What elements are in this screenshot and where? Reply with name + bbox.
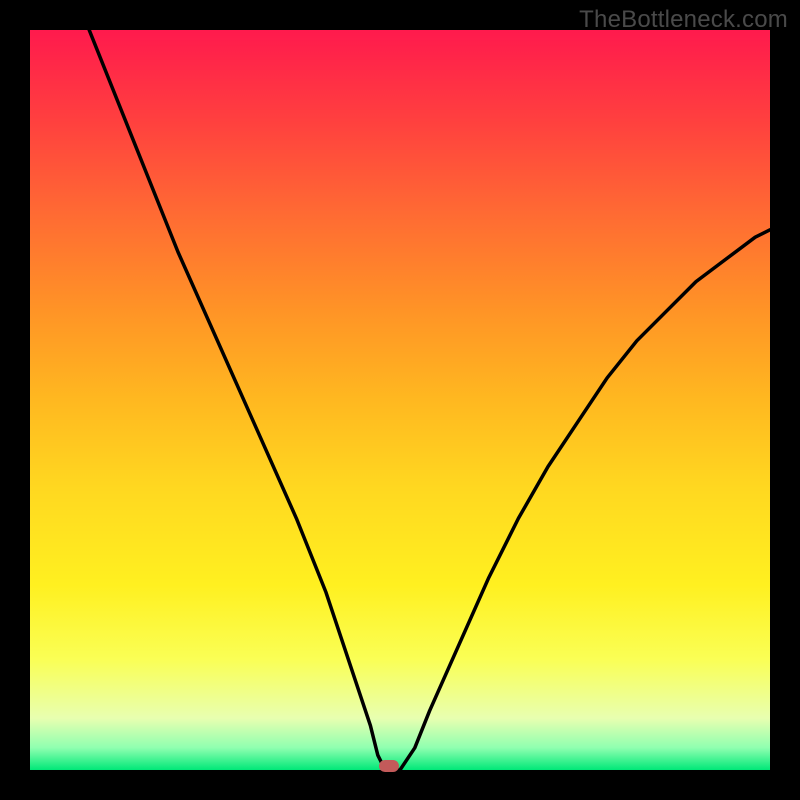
optimal-marker (379, 760, 399, 772)
bottleneck-curve (30, 30, 770, 770)
watermark-text: TheBottleneck.com (579, 6, 788, 34)
chart-area (30, 30, 770, 770)
